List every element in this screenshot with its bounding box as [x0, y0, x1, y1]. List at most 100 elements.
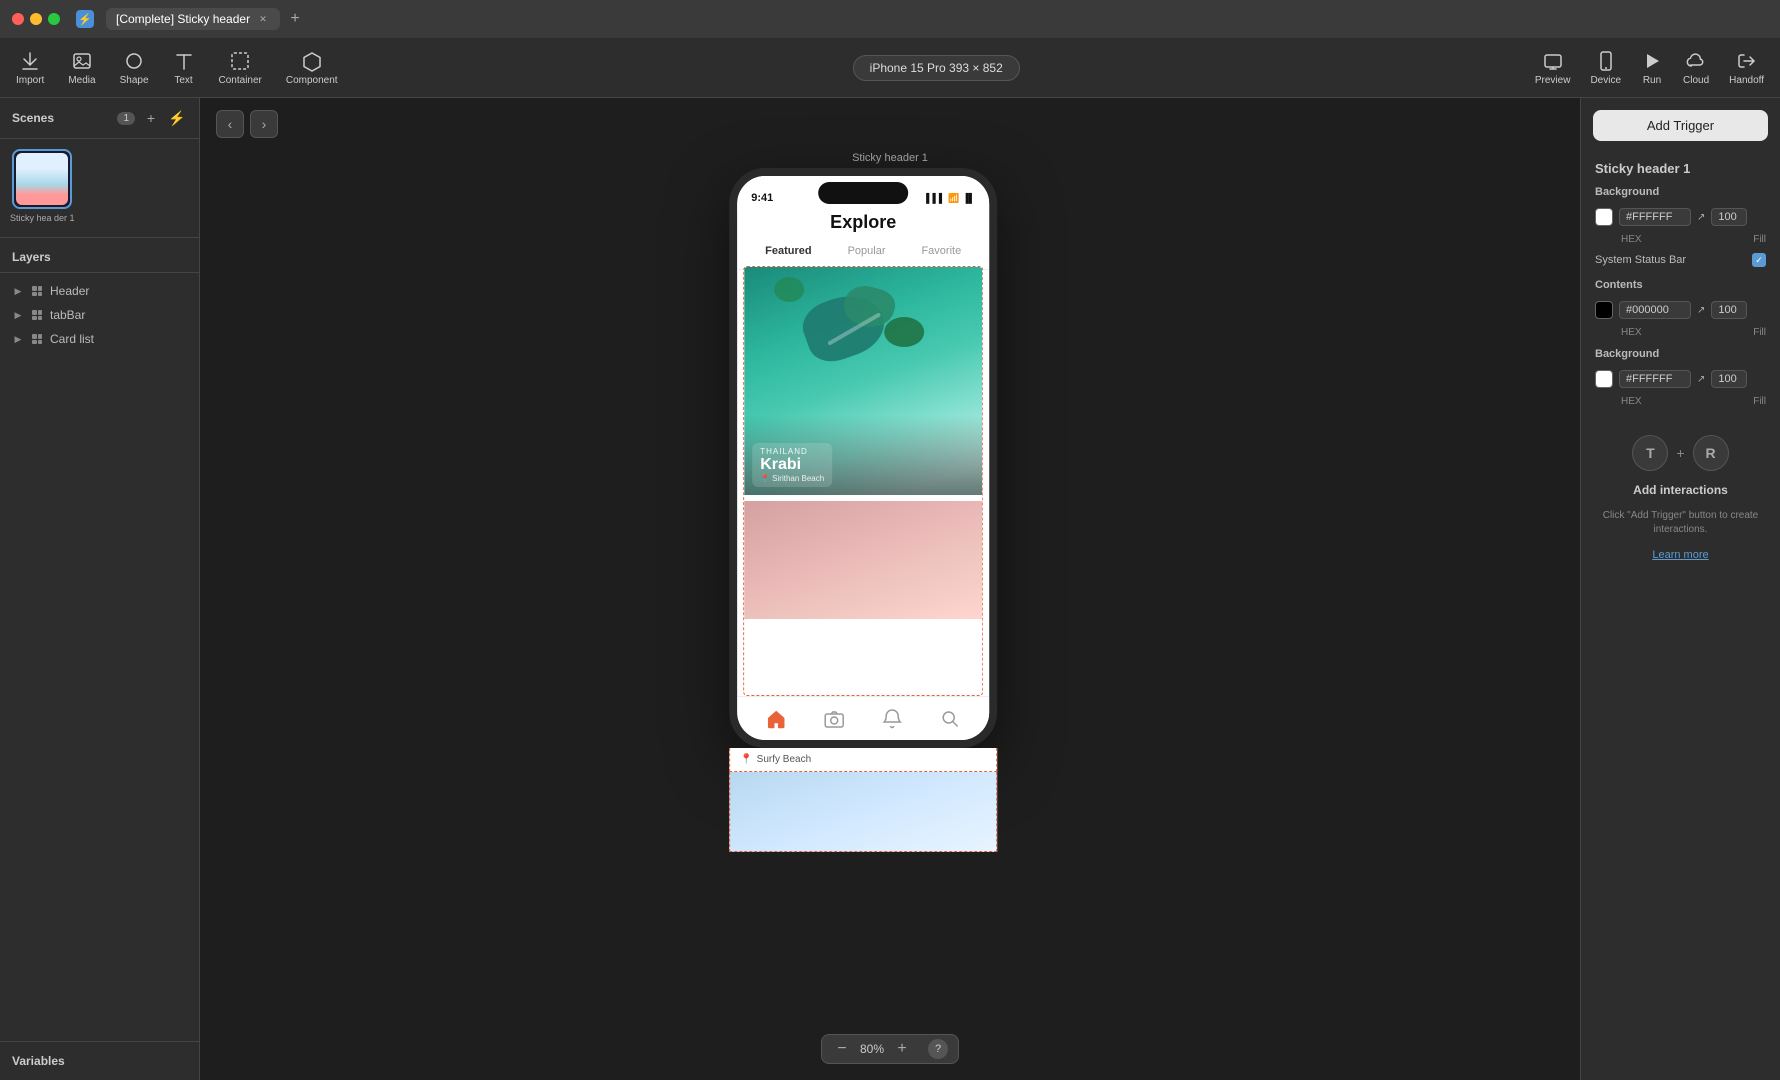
handoff-button[interactable]: Handoff	[1729, 50, 1764, 86]
contents-hex-input[interactable]	[1619, 301, 1691, 319]
scene-thumb-inner	[16, 153, 68, 205]
background-opacity-input[interactable]	[1711, 208, 1747, 226]
layer-expand-icon[interactable]: ▶	[12, 285, 24, 297]
zoom-in-button[interactable]: +	[892, 1039, 912, 1059]
tab-popular[interactable]: Popular	[842, 241, 892, 261]
layer-expand-icon[interactable]: ▶	[12, 333, 24, 345]
container-button[interactable]: Container	[219, 50, 262, 86]
add-scene-button[interactable]: +	[141, 108, 161, 128]
variables-section: Variables	[0, 1041, 199, 1080]
zoom-help-button[interactable]: ?	[928, 1039, 948, 1059]
scenes-grid: Sticky hea der 1	[0, 139, 199, 233]
tab-featured[interactable]: Featured	[759, 241, 817, 261]
svg-text:⚡: ⚡	[78, 13, 92, 26]
canvas-zoom-control: − 80% + ?	[821, 1034, 959, 1064]
layers-title: Layers	[12, 250, 187, 264]
learn-more-link[interactable]: Learn more	[1652, 549, 1708, 561]
new-tab-button[interactable]: +	[284, 8, 306, 30]
tab-bar: [Complete] Sticky header ✕ +	[106, 8, 1768, 30]
maximize-button[interactable]	[48, 13, 60, 25]
layer-item-cardlist[interactable]: ▶ Card list	[0, 327, 199, 351]
scene-thumb-content	[16, 153, 68, 205]
device-button[interactable]: Device	[1590, 50, 1621, 86]
background-hex-input[interactable]	[1619, 208, 1691, 226]
layer-name: Header	[50, 284, 89, 298]
device-selector[interactable]: iPhone 15 Pro 393 × 852	[362, 55, 1511, 81]
layer-expand-icon[interactable]: ▶	[12, 309, 24, 321]
text-button[interactable]: Text	[173, 50, 195, 86]
add-trigger-button[interactable]: Add Trigger	[1593, 110, 1768, 141]
zoom-value: 80%	[860, 1042, 884, 1056]
scenes-actions: + ⚡	[141, 108, 187, 128]
layer-name: Card list	[50, 332, 94, 346]
import-button[interactable]: Import	[16, 50, 44, 86]
layer-item-tabbar[interactable]: ▶ tabBar	[0, 303, 199, 327]
active-tab[interactable]: [Complete] Sticky header ✕	[106, 8, 280, 30]
card-country: THAILAND	[760, 447, 824, 456]
contents-bg-opacity[interactable]	[1711, 370, 1747, 388]
background-labels: HEX Fill	[1581, 230, 1780, 249]
title-bar: ⚡ [Complete] Sticky header ✕ +	[0, 0, 1780, 38]
background-color-row: ↗	[1581, 204, 1780, 230]
layer-name: tabBar	[50, 308, 85, 322]
interaction-desc: Click "Add Trigger" button to create int…	[1595, 509, 1766, 537]
nav-camera-icon[interactable]	[820, 705, 848, 733]
nav-back-button[interactable]: ‹	[216, 110, 244, 138]
minimize-button[interactable]	[30, 13, 42, 25]
contents-color-swatch[interactable]	[1595, 301, 1613, 319]
arrow-icon: ↗	[1697, 212, 1705, 223]
nav-forward-button[interactable]: ›	[250, 110, 278, 138]
arrow-icon-2: ↗	[1697, 305, 1705, 316]
contents-bg-labels: HEX Fill	[1581, 392, 1780, 411]
background-color-swatch[interactable]	[1595, 208, 1613, 226]
app-icon: ⚡	[76, 10, 94, 28]
battery-icon: ▐▌	[962, 193, 975, 203]
tab-favorite[interactable]: Favorite	[915, 241, 967, 261]
contents-bg-hex[interactable]	[1619, 370, 1691, 388]
signal-icon: ▌▌▌	[926, 193, 945, 203]
system-status-bar-checkbox[interactable]: ✓	[1752, 253, 1766, 267]
preview-button[interactable]: Preview	[1535, 50, 1571, 86]
card-surfy[interactable]	[744, 501, 982, 619]
card-location: 📍 Sirithan Beach	[760, 474, 824, 483]
status-time: 9:41	[751, 192, 773, 204]
component-button[interactable]: Component	[286, 50, 338, 86]
tab-close-button[interactable]: ✕	[256, 12, 270, 26]
main-layout: Scenes 1 + ⚡ Sticky hea der 1 Layers	[0, 98, 1780, 1080]
cloud-button[interactable]: Cloud	[1683, 50, 1709, 86]
panel-title: Sticky header 1	[1581, 153, 1780, 182]
shape-button[interactable]: Shape	[120, 50, 149, 86]
contents-bg-swatch[interactable]	[1595, 370, 1613, 388]
nav-search-icon[interactable]	[936, 705, 964, 733]
background-section-label: Background	[1581, 182, 1780, 204]
canvas-area[interactable]: ‹ › Sticky header 1 9:41 ▌▌▌ 📶 ▐▌	[200, 98, 1580, 1080]
interaction-title: Add interactions	[1633, 483, 1728, 497]
contents-opacity-input[interactable]	[1711, 301, 1747, 319]
fill-label: Fill	[1753, 234, 1766, 245]
media-button[interactable]: Media	[68, 50, 95, 86]
layer-item-header[interactable]: ▶ Header	[0, 279, 199, 303]
divider	[0, 237, 199, 238]
interaction-keys: T + R	[1632, 435, 1728, 471]
nav-bell-icon[interactable]	[878, 705, 906, 733]
layers-header: Layers	[0, 242, 199, 273]
nav-home-icon[interactable]	[762, 705, 790, 733]
close-button[interactable]	[12, 13, 24, 25]
zoom-out-button[interactable]: −	[832, 1039, 852, 1059]
hex-label-3: HEX	[1621, 396, 1747, 407]
device-pill[interactable]: iPhone 15 Pro 393 × 852	[853, 55, 1020, 81]
fill-label-2: Fill	[1753, 327, 1766, 338]
phone-container: 9:41 ▌▌▌ 📶 ▐▌ Explore Featured	[729, 168, 997, 748]
contents-bg-label: Background	[1581, 346, 1780, 366]
app-title: Explore	[737, 212, 989, 233]
scene-name-label: Sticky header 1	[852, 152, 928, 164]
lightning-button[interactable]: ⚡	[167, 108, 187, 128]
run-button[interactable]: Run	[1641, 50, 1663, 86]
contents-color-row: ↗	[1581, 297, 1780, 323]
layer-grid-icon	[30, 284, 44, 298]
phone-notch	[818, 182, 908, 204]
card-krabi[interactable]: THAILAND Krabi 📍 Sirithan Beach	[744, 267, 982, 495]
scene-item[interactable]: Sticky hea der 1	[10, 149, 75, 223]
toolbar-right: Preview Device Run Cloud Handoff	[1535, 50, 1764, 86]
scene-thumbnail	[12, 149, 72, 209]
